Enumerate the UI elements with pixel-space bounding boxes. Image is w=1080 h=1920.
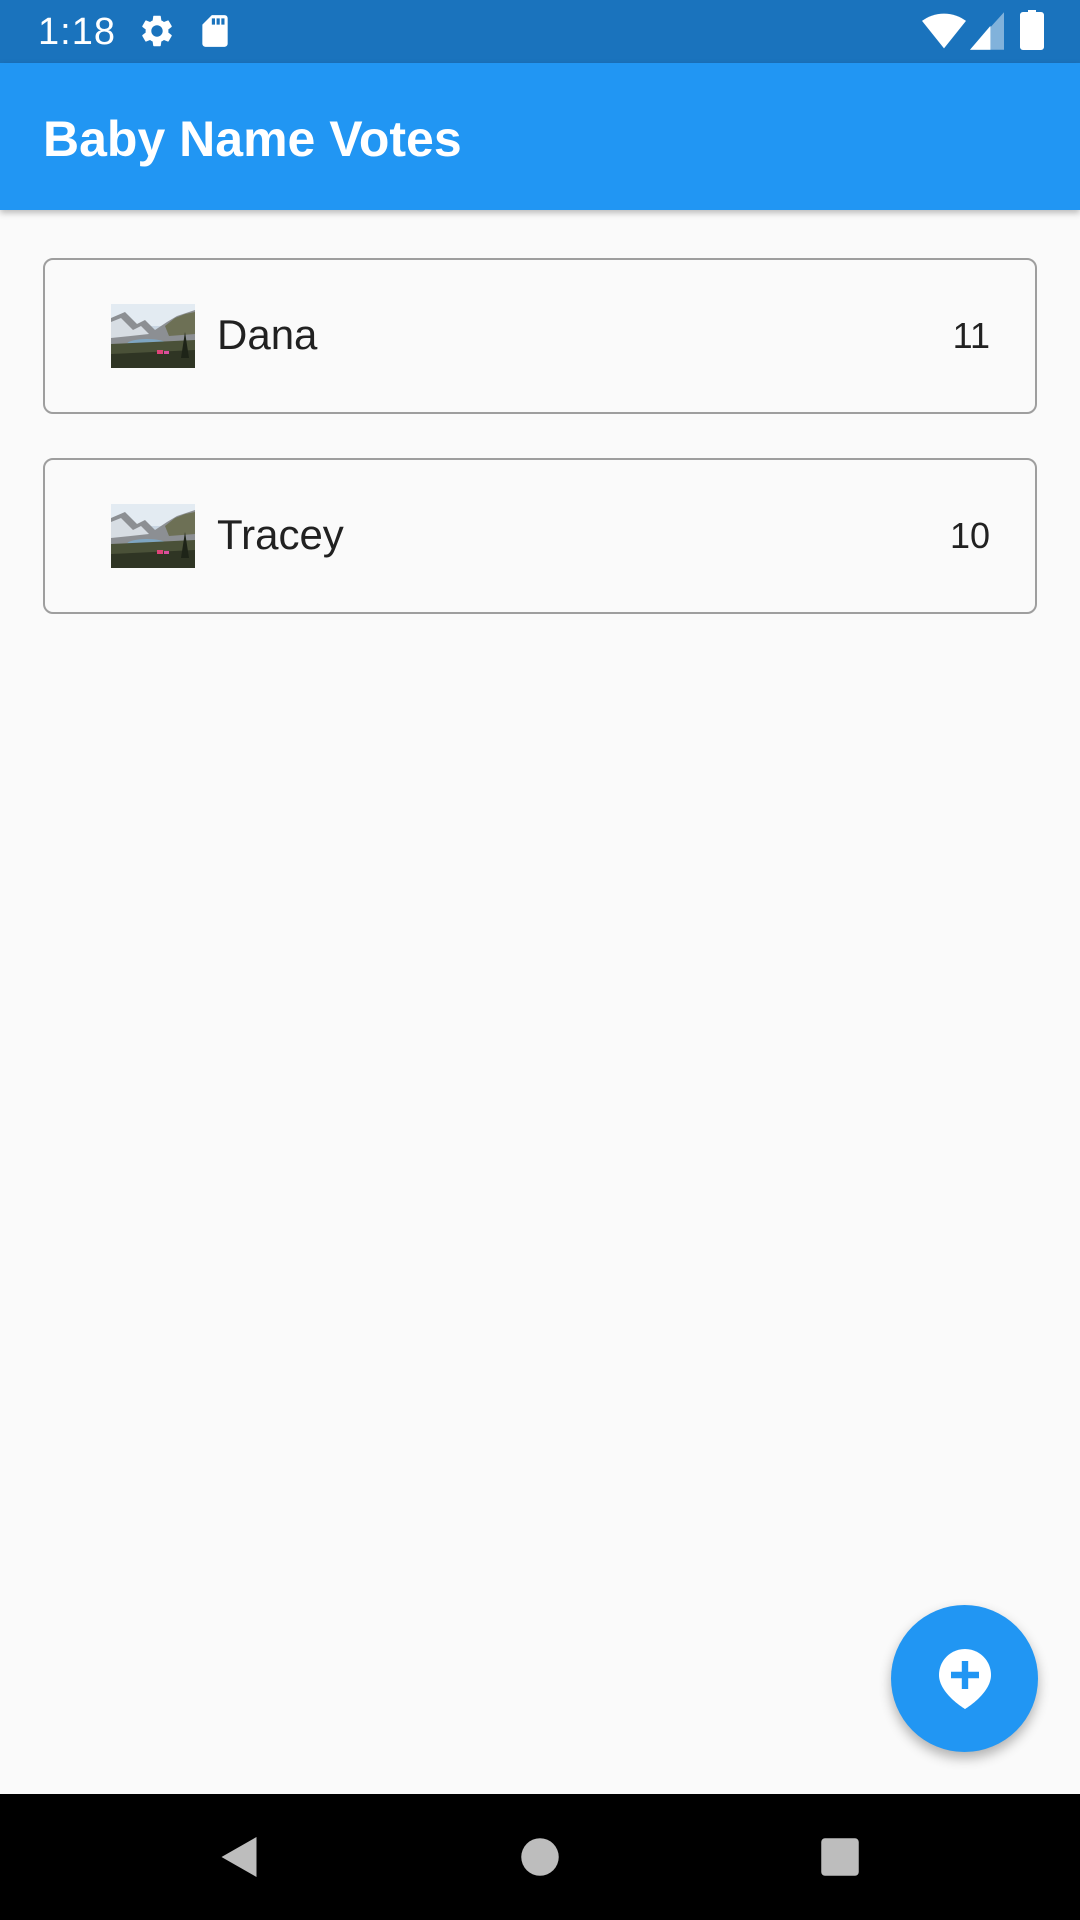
status-bar: 1:18 xyxy=(0,0,1080,63)
recents-icon[interactable] xyxy=(815,1832,865,1882)
name-label: Dana xyxy=(217,311,318,358)
cell-signal-icon xyxy=(970,12,1008,50)
name-label: Tracey xyxy=(217,511,344,558)
gear-icon xyxy=(138,12,176,50)
app-title: Baby Name Votes xyxy=(43,111,462,167)
screen: 1:18 Baby Name Votes Dana 11 Tracey 10 xyxy=(0,0,1080,1920)
vote-count: 10 xyxy=(949,515,990,556)
landscape-thumbnail xyxy=(111,304,195,368)
list-item[interactable]: Tracey 10 xyxy=(43,458,1037,614)
navigation-bar xyxy=(0,1794,1080,1920)
battery-icon xyxy=(1020,10,1044,50)
vote-count: 11 xyxy=(952,315,990,356)
app-bar: Baby Name Votes xyxy=(0,63,1080,210)
wifi-icon xyxy=(922,12,966,50)
sd-card-icon xyxy=(196,12,234,50)
add-name-fab[interactable] xyxy=(891,1605,1038,1752)
status-time: 1:18 xyxy=(38,11,116,53)
list-item[interactable]: Dana 11 xyxy=(43,258,1037,414)
landscape-thumbnail xyxy=(111,504,195,568)
add-location-icon xyxy=(939,1649,991,1709)
home-icon[interactable] xyxy=(515,1832,565,1882)
name-list: Dana 11 Tracey 10 xyxy=(43,258,1037,658)
back-icon[interactable] xyxy=(214,1832,264,1882)
